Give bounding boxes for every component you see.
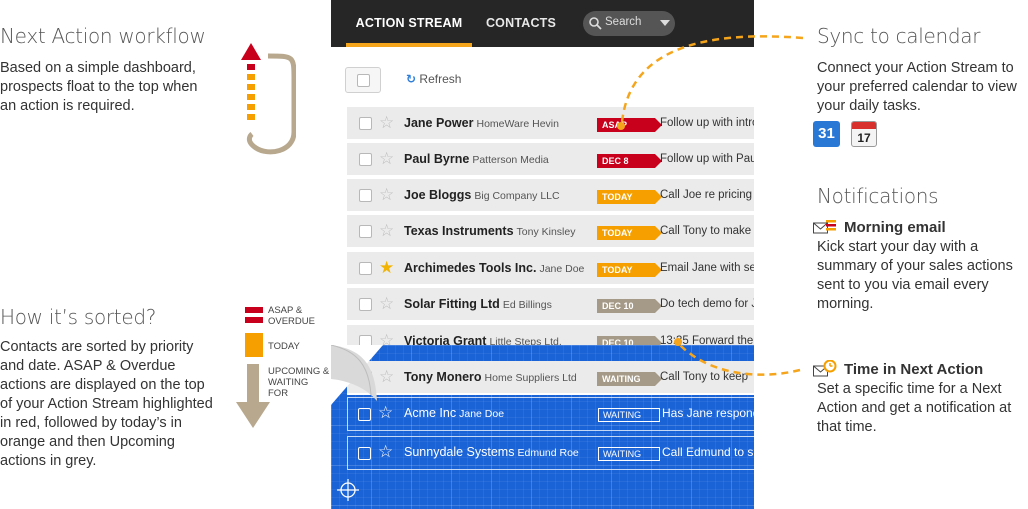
sync-calendar-title: Sync to calendar — [817, 24, 981, 48]
google-calendar-icon: 31 — [813, 121, 840, 147]
morning-email-title: Morning email — [844, 219, 946, 236]
google-calendar-day: 31 — [818, 125, 835, 142]
ical-icon: 17 — [851, 121, 877, 147]
morning-email-description: Kick start your day with a summary of yo… — [817, 239, 1013, 312]
ical-day: 17 — [857, 131, 871, 145]
notifications-title: Notifications — [817, 184, 939, 208]
clock-email-icon — [813, 360, 837, 377]
time-next-action-title: Time in Next Action — [844, 361, 984, 378]
ical-header — [852, 122, 876, 129]
time-next-action-description: Set a specific time for a Next Action an… — [817, 381, 1012, 435]
email-notification-icon — [813, 220, 836, 234]
sync-calendar-description: Connect your Action Stream to your prefe… — [817, 60, 1017, 114]
